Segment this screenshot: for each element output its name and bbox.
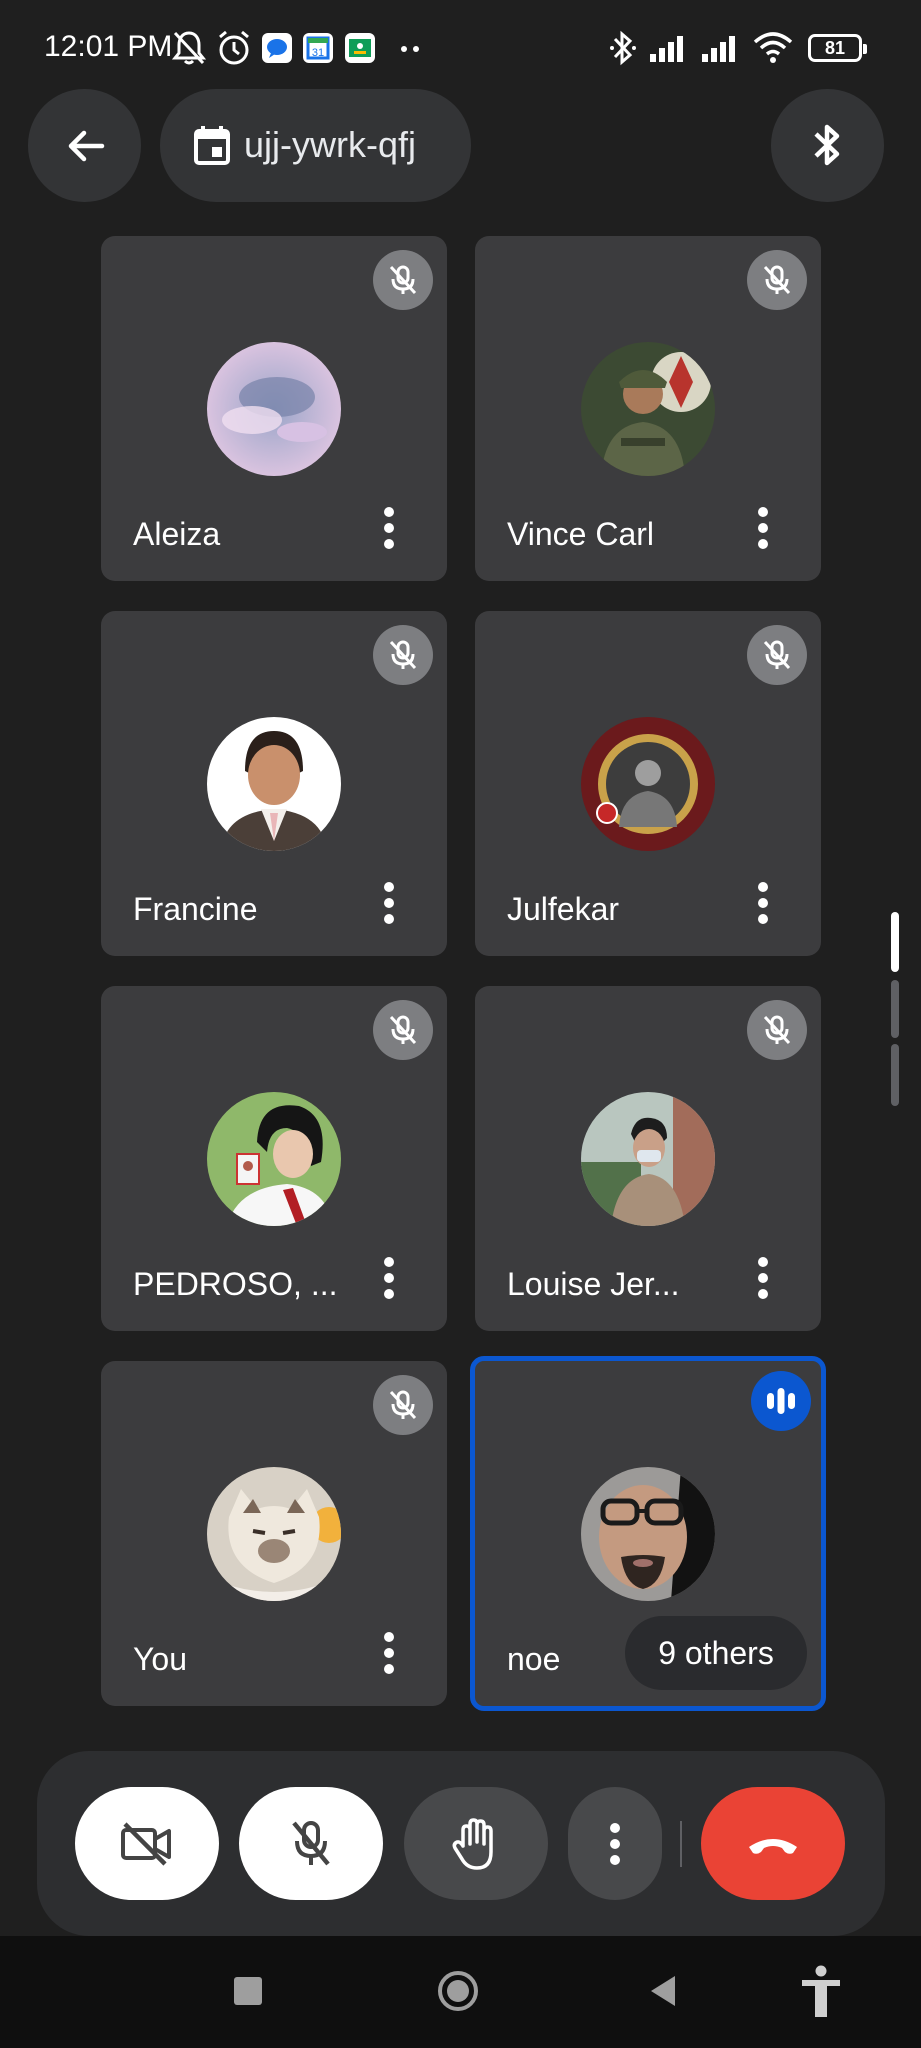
more-options-button[interactable]	[568, 1787, 662, 1900]
leave-call-button[interactable]	[701, 1787, 845, 1900]
call-controls	[37, 1751, 885, 1936]
participant-tile[interactable]: Aleiza	[101, 236, 447, 581]
more-vert-icon[interactable]	[379, 880, 399, 926]
scrollbar-track	[891, 1044, 899, 1106]
status-time: 12:01 PM	[44, 30, 173, 63]
participant-tile-self[interactable]: You	[101, 1361, 447, 1706]
avatar	[207, 717, 341, 851]
mic-muted-badge	[373, 1375, 433, 1435]
system-nav-bar	[0, 1936, 921, 2048]
mic-muted-badge	[747, 250, 807, 310]
mic-muted-badge	[747, 1000, 807, 1060]
bluetooth-icon	[610, 30, 636, 66]
wifi-icon	[753, 32, 793, 63]
raise-hand-button[interactable]	[404, 1787, 548, 1900]
end-call-icon	[749, 1838, 797, 1854]
back-button[interactable]	[28, 89, 141, 202]
mic-off-icon	[389, 265, 417, 295]
mic-off-icon	[292, 1820, 330, 1865]
avatar	[207, 1467, 341, 1601]
hand-icon	[452, 1817, 493, 1870]
alarm-icon	[219, 30, 249, 65]
bluetooth-icon	[814, 124, 840, 166]
accessibility-icon[interactable]	[800, 1965, 842, 2019]
more-vert-icon[interactable]	[753, 1255, 773, 1301]
participant-name: Louise Jer...	[507, 1266, 680, 1302]
signal-icon	[650, 36, 683, 62]
speaking-indicator	[751, 1371, 811, 1431]
mic-off-icon	[389, 1390, 417, 1420]
mic-off-icon	[389, 640, 417, 670]
audio-level-icon	[767, 1388, 795, 1414]
participant-name: You	[133, 1641, 187, 1677]
more-vert-icon[interactable]	[379, 505, 399, 551]
scrollbar-thumb[interactable]	[891, 912, 899, 972]
camera-off-icon	[121, 1821, 171, 1866]
participant-name: Vince Carl	[507, 516, 655, 552]
svg-text:31: 31	[312, 47, 324, 59]
mute-bell-icon	[172, 31, 206, 65]
participant-tile-speaking[interactable]: noe 9 others	[470, 1356, 826, 1711]
mic-muted-badge	[747, 625, 807, 685]
mic-off-icon	[389, 1015, 417, 1045]
participant-name: noe	[507, 1641, 561, 1677]
more-vert-icon[interactable]	[379, 1255, 399, 1301]
participant-tile[interactable]: Francine	[101, 611, 447, 956]
avatar	[207, 342, 341, 476]
avatar	[207, 1092, 341, 1226]
more-vert-icon[interactable]	[753, 880, 773, 926]
mic-muted-badge	[373, 1000, 433, 1060]
messages-icon	[262, 33, 292, 63]
participant-name: PEDROSO, ...	[133, 1266, 338, 1302]
battery-icon: 81	[808, 34, 867, 62]
avatar	[581, 1092, 715, 1226]
status-bar: 12:01 PM 31 81	[0, 0, 921, 80]
avatar	[581, 1467, 715, 1601]
participant-name: Francine	[133, 891, 258, 927]
mic-off-icon	[763, 1015, 791, 1045]
avatar	[581, 342, 715, 476]
camera-toggle-button[interactable]	[75, 1787, 219, 1900]
meeting-info-button[interactable]: ujj-ywrk-qfj	[160, 89, 471, 202]
mic-muted-badge	[373, 625, 433, 685]
avatar	[581, 717, 715, 851]
back-nav-icon[interactable]	[649, 1974, 677, 2008]
more-notifications-icon	[401, 46, 419, 52]
more-vert-icon[interactable]	[753, 505, 773, 551]
mic-muted-badge	[373, 250, 433, 310]
more-vert-icon[interactable]	[379, 1630, 399, 1676]
mic-off-icon	[763, 265, 791, 295]
more-vert-icon	[610, 1822, 620, 1865]
mic-off-icon	[763, 640, 791, 670]
meeting-code: ujj-ywrk-qfj	[244, 124, 417, 165]
home-icon[interactable]	[436, 1969, 480, 2013]
calendar-event-icon	[194, 126, 230, 165]
arrow-back-icon	[68, 130, 105, 162]
scrollbar-track	[891, 980, 899, 1038]
mic-toggle-button[interactable]	[239, 1787, 383, 1900]
audio-output-button[interactable]	[771, 89, 884, 202]
recents-icon[interactable]	[233, 1976, 263, 2006]
calendar-icon: 31	[303, 33, 333, 63]
others-count-button[interactable]: 9 others	[625, 1616, 807, 1690]
participant-tile[interactable]: Louise Jer...	[475, 986, 821, 1331]
participant-tile[interactable]: Julfekar	[475, 611, 821, 956]
divider	[680, 1821, 682, 1867]
signal-icon	[702, 36, 735, 62]
participant-tile[interactable]: Vince Carl	[475, 236, 821, 581]
classroom-icon	[345, 33, 375, 63]
participant-tile[interactable]: PEDROSO, ...	[101, 986, 447, 1331]
participant-name: Aleiza	[133, 516, 221, 552]
participant-name: Julfekar	[507, 891, 620, 927]
